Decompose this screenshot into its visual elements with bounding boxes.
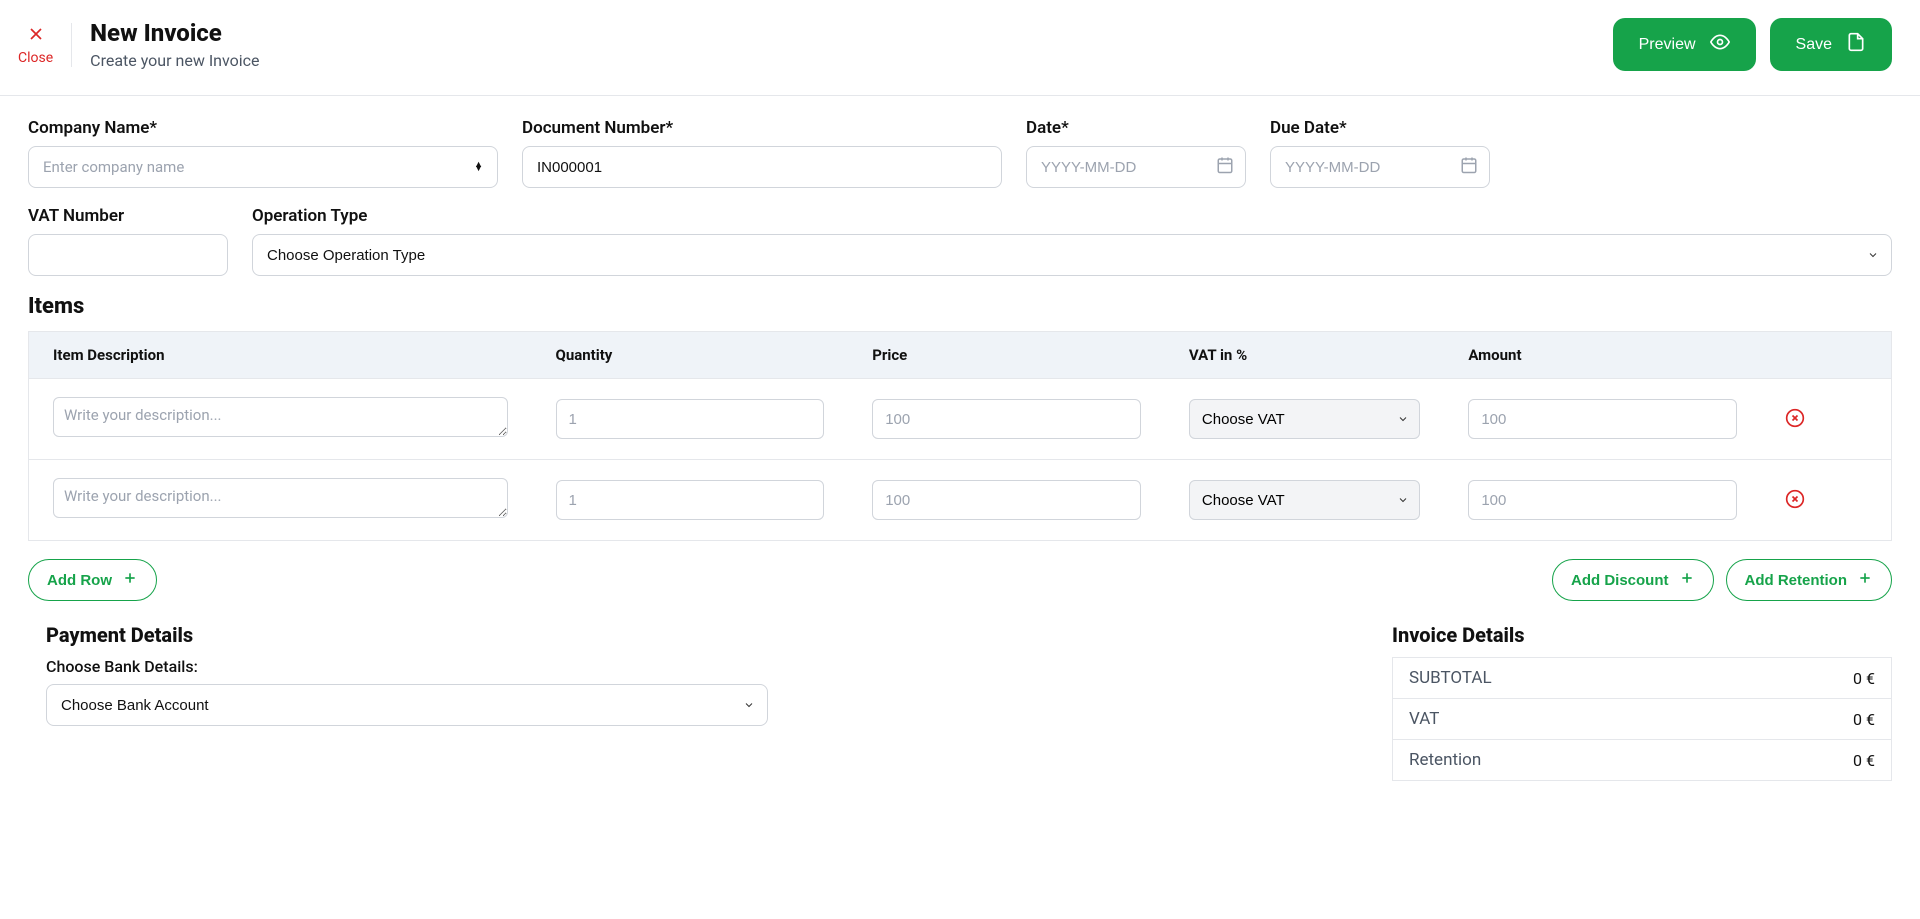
item-quantity-input[interactable] bbox=[556, 399, 825, 439]
plus-icon bbox=[122, 570, 138, 590]
choose-bank-label: Choose Bank Details: bbox=[46, 657, 768, 676]
item-price-input[interactable] bbox=[872, 399, 1141, 439]
vat-number-input[interactable] bbox=[28, 234, 228, 276]
bank-account-select[interactable]: Choose Bank Account bbox=[46, 684, 768, 726]
save-button[interactable]: Save bbox=[1770, 18, 1892, 71]
plus-icon bbox=[1679, 570, 1695, 590]
plus-icon bbox=[1857, 570, 1873, 590]
col-vat: VAT in % bbox=[1165, 332, 1444, 379]
company-name-placeholder: Enter company name bbox=[43, 158, 184, 176]
page-title: New Invoice bbox=[90, 19, 259, 47]
document-number-label: Document Number* bbox=[522, 118, 1002, 138]
invoice-details-title: Invoice Details bbox=[1392, 623, 1892, 647]
file-icon bbox=[1846, 32, 1866, 57]
save-button-label: Save bbox=[1796, 36, 1832, 54]
operation-type-select[interactable]: Choose Operation Type bbox=[252, 234, 1892, 276]
add-discount-button[interactable]: Add Discount bbox=[1552, 559, 1714, 601]
delete-icon bbox=[1785, 408, 1805, 431]
chevron-updown-icon: ▲▼ bbox=[474, 163, 483, 172]
table-row: Choose VAT bbox=[29, 379, 1892, 460]
item-description-input[interactable] bbox=[53, 397, 508, 437]
col-quantity: Quantity bbox=[532, 332, 849, 379]
payment-details-title: Payment Details bbox=[46, 623, 768, 647]
invoice-detail-value: 0 € bbox=[1853, 710, 1875, 729]
due-date-label: Due Date* bbox=[1270, 118, 1490, 138]
close-button[interactable]: Close bbox=[18, 24, 53, 66]
items-table: Item Description Quantity Price VAT in %… bbox=[28, 331, 1892, 541]
operation-type-label: Operation Type bbox=[252, 206, 1892, 226]
due-date-input[interactable] bbox=[1270, 146, 1490, 188]
delete-row-button[interactable] bbox=[1785, 489, 1805, 512]
preview-button-label: Preview bbox=[1639, 36, 1696, 54]
table-row: Choose VAT bbox=[29, 460, 1892, 541]
col-description: Item Description bbox=[29, 332, 532, 379]
preview-button[interactable]: Preview bbox=[1613, 18, 1756, 71]
invoice-detail-label: VAT bbox=[1409, 709, 1439, 729]
add-retention-label: Add Retention bbox=[1745, 572, 1848, 589]
add-discount-label: Add Discount bbox=[1571, 572, 1669, 589]
date-label: Date* bbox=[1026, 118, 1246, 138]
add-row-button[interactable]: Add Row bbox=[28, 559, 157, 601]
invoice-detail-label: Retention bbox=[1409, 750, 1481, 770]
invoice-detail-value: 0 € bbox=[1853, 751, 1875, 770]
items-title: Items bbox=[28, 294, 1892, 319]
company-name-input[interactable]: Enter company name ▲▼ bbox=[28, 146, 498, 188]
close-icon bbox=[26, 24, 46, 48]
item-price-input[interactable] bbox=[872, 480, 1141, 520]
item-quantity-input[interactable] bbox=[556, 480, 825, 520]
company-name-label: Company Name* bbox=[28, 118, 498, 138]
col-amount: Amount bbox=[1444, 332, 1761, 379]
invoice-detail-row: VAT 0 € bbox=[1392, 698, 1892, 739]
delete-icon bbox=[1785, 489, 1805, 512]
invoice-detail-value: 0 € bbox=[1853, 669, 1875, 688]
invoice-detail-row: Retention 0 € bbox=[1392, 739, 1892, 781]
item-vat-select[interactable]: Choose VAT bbox=[1189, 480, 1420, 520]
col-price: Price bbox=[848, 332, 1165, 379]
page-subtitle: Create your new Invoice bbox=[90, 51, 259, 70]
item-amount-input[interactable] bbox=[1468, 399, 1737, 439]
divider bbox=[71, 23, 72, 67]
date-input[interactable] bbox=[1026, 146, 1246, 188]
invoice-detail-label: SUBTOTAL bbox=[1409, 668, 1492, 688]
add-retention-button[interactable]: Add Retention bbox=[1726, 559, 1893, 601]
delete-row-button[interactable] bbox=[1785, 408, 1805, 431]
invoice-detail-row: SUBTOTAL 0 € bbox=[1392, 657, 1892, 698]
document-number-input[interactable] bbox=[522, 146, 1002, 188]
item-vat-select[interactable]: Choose VAT bbox=[1189, 399, 1420, 439]
item-amount-input[interactable] bbox=[1468, 480, 1737, 520]
item-description-input[interactable] bbox=[53, 478, 508, 518]
close-label: Close bbox=[18, 50, 53, 66]
vat-number-label: VAT Number bbox=[28, 206, 228, 226]
eye-icon bbox=[1710, 32, 1730, 57]
add-row-label: Add Row bbox=[47, 572, 112, 589]
